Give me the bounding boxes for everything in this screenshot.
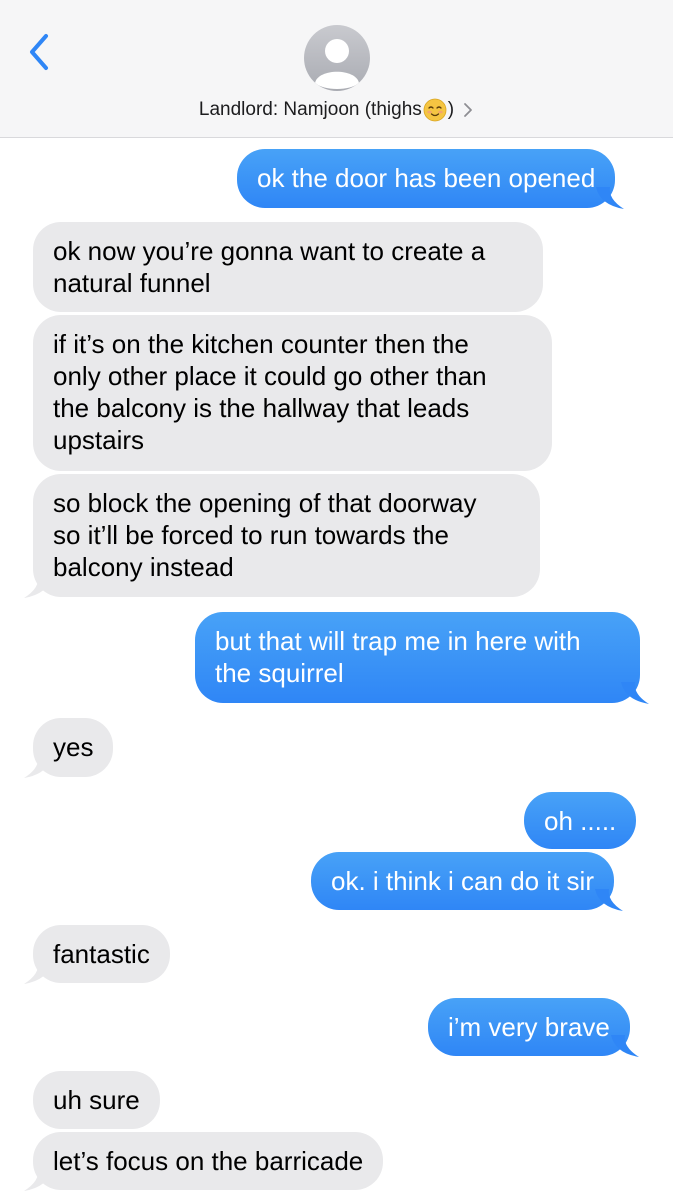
chevron-left-icon <box>30 34 48 70</box>
message-text: natural funnel <box>53 268 211 298</box>
message-bubble-received[interactable]: so block the opening of that doorway so … <box>24 474 540 598</box>
message-bubble-received[interactable]: let’s focus on the barricade <box>24 1132 384 1191</box>
bubble-tail <box>24 962 52 984</box>
message-bubble-received[interactable]: if it’s on the kitchen counter then the … <box>33 315 552 471</box>
bubble-tail <box>621 682 649 704</box>
message-bubble-received[interactable]: fantastic <box>24 925 170 984</box>
message-text: balcony instead <box>53 552 234 582</box>
message-bubble-received[interactable]: uh sure <box>33 1071 160 1129</box>
message-bubble-sent[interactable]: ok the door has been opened <box>237 149 625 209</box>
person-silhouette-icon <box>315 39 359 89</box>
message-text: upstairs <box>53 425 145 455</box>
message-text: so it’ll be forced to run towards the <box>53 520 449 550</box>
chevron-right-icon <box>464 103 472 117</box>
message-text: only other place it could go other than <box>53 361 487 391</box>
contact-name-end: ) <box>447 99 455 120</box>
message-text: uh sure <box>53 1085 140 1115</box>
message-text: fantastic <box>53 939 150 969</box>
back-button[interactable] <box>22 30 56 74</box>
message-bubble-sent[interactable]: but that will trap me in here with the s… <box>195 612 649 704</box>
message-text: yes <box>53 732 94 762</box>
message-text: the balcony is the hallway that leads <box>53 393 470 423</box>
relieved-face-emoji-icon <box>423 98 447 122</box>
message-text: ok the door has been opened <box>257 163 596 193</box>
message-bubble-sent[interactable]: ok. i think i can do it sir <box>311 852 623 911</box>
bubble-tail <box>24 756 52 778</box>
bubble-tail <box>595 889 623 911</box>
message-text: the squirrel <box>215 658 344 688</box>
bubble-tail <box>24 1169 52 1191</box>
message-bubble-received[interactable]: yes <box>24 718 114 778</box>
message-text: ok. i think i can do it sir <box>331 866 594 896</box>
bubble-tail <box>610 1035 639 1057</box>
message-bubble-sent[interactable]: i’m very brave <box>428 998 639 1057</box>
contact-name: Landlord: Namjoon (thighs <box>198 99 422 120</box>
message-text: but that will trap me in here with <box>215 626 581 656</box>
conversation-header: Landlord: Namjoon (thighs ) <box>0 0 673 138</box>
message-text: i’m very brave <box>448 1012 610 1042</box>
contact-info-button[interactable]: Landlord: Namjoon (thighs ) <box>0 96 673 124</box>
message-text: let’s focus on the barricade <box>53 1146 364 1176</box>
message-text: so block the opening of that doorway <box>53 488 477 518</box>
message-bubble-received[interactable]: ok now you’re gonna want to create a nat… <box>33 222 543 312</box>
message-bubble-sent[interactable]: oh ..... <box>524 792 637 849</box>
avatar[interactable] <box>304 25 370 91</box>
message-text: oh ..... <box>544 806 617 836</box>
bubble-tail <box>24 576 52 598</box>
message-text: ok now you’re gonna want to create a <box>53 236 486 266</box>
bubble-tail <box>596 187 625 209</box>
message-text: if it’s on the kitchen counter then the <box>53 329 469 359</box>
